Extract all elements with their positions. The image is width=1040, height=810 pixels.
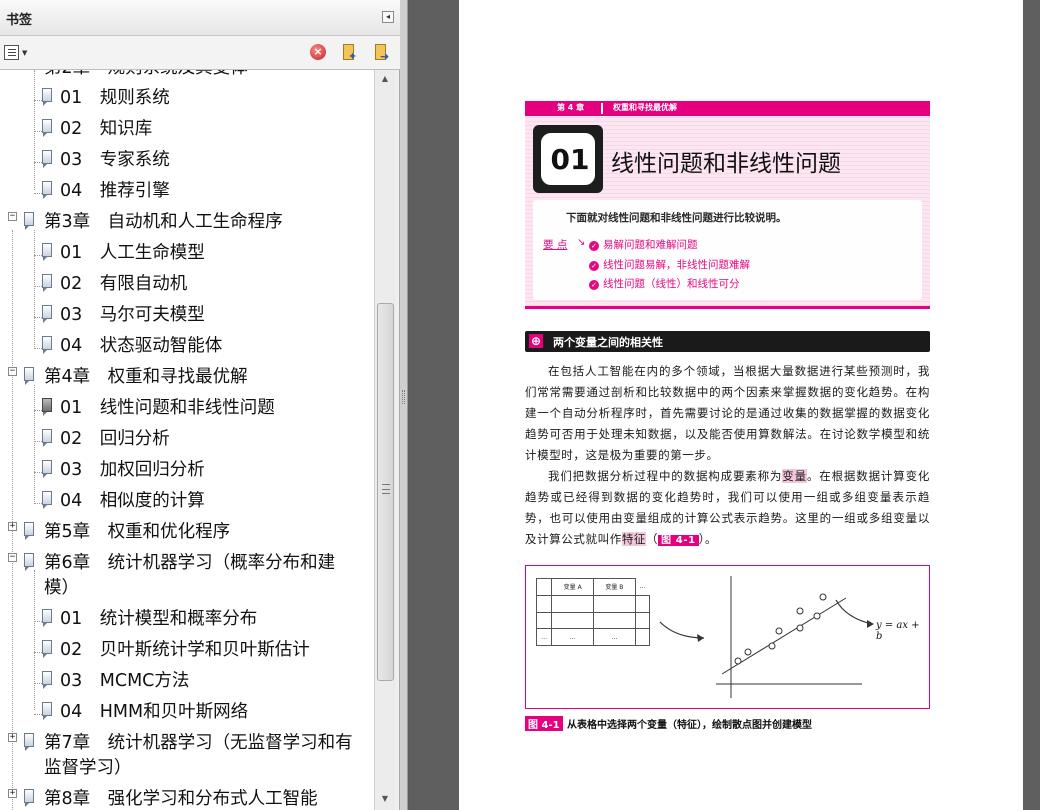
section-title: 线性问题和非线性问题 (611, 151, 841, 177)
expand-toggle[interactable]: + (8, 789, 17, 798)
bookmark-icon (42, 429, 52, 447)
expand-bookmark-button[interactable]: ➜ (372, 44, 390, 63)
panel-title: 书签 (6, 13, 33, 28)
delete-bookmark-button[interactable]: × (310, 44, 328, 62)
collapse-panel-button[interactable]: ◂ (382, 11, 394, 23)
section-header-box: 01 线性问题和非线性问题 下面就对线性问题和非线性问题进行比较说明。 要 点 … (525, 116, 930, 309)
arrow-head (867, 620, 874, 628)
tree-scrollbar[interactable]: ▲ ▼ (374, 70, 396, 810)
bookmark-icon (24, 789, 34, 807)
check-icon: ✓ (589, 241, 599, 251)
scroll-down-icon[interactable]: ▼ (378, 792, 392, 806)
figure-4-1: 变量 A 变量 B … … … … y = ax + b (525, 565, 930, 709)
collapse-toggle[interactable]: − (8, 367, 17, 376)
key-point: ✓ 线性问题易解，非线性问题难解 (589, 257, 750, 272)
grip-icon (402, 390, 405, 404)
bookmark-icon (24, 733, 34, 751)
data-point (813, 612, 821, 620)
data-point (819, 593, 827, 601)
options-menu-button[interactable]: ▼ (4, 44, 30, 62)
pdf-page: 第 4 章 权重和寻找最优解 01 线性问题和非线性问题 下面就对线性问题和非线… (459, 0, 1023, 810)
bookmark-icon (24, 553, 34, 571)
figure-caption: 从表格中选择两个变量（特征），绘制散点图并创建模型 (567, 720, 812, 731)
document-view[interactable]: 第 4 章 权重和寻找最优解 01 线性问题和非线性问题 下面就对线性问题和非线… (409, 0, 1040, 810)
bookmarks-toolbar: ▼ × ✦ ➜ (0, 36, 400, 70)
section-number: 01 (550, 143, 590, 176)
bookmark-icon (42, 150, 52, 168)
bookmark-icon (42, 702, 52, 720)
bookmark-icon (42, 181, 52, 199)
bookmark-icon (24, 212, 34, 230)
expand-toggle[interactable]: + (8, 522, 17, 531)
collapse-toggle[interactable]: − (8, 212, 17, 221)
data-point (796, 624, 804, 632)
new-bookmark-button[interactable]: ✦ (340, 44, 358, 63)
bookmark-icon (24, 522, 34, 540)
key-point: ✓ 易解问题和难解问题 (589, 237, 698, 252)
expand-toggle[interactable]: + (8, 733, 17, 742)
chapter-label: 第 4 章 (557, 103, 585, 112)
delete-icon: × (310, 44, 326, 60)
subsection-header: ⊕ 两个变量之间的相关性 (525, 331, 930, 352)
key-point: ✓ 线性问题（线性）和线性可分 (589, 276, 740, 291)
bookmark-icon (42, 336, 52, 354)
data-point (796, 607, 804, 615)
model-formula: y = ax + b (876, 620, 920, 642)
intro-box: 下面就对线性问题和非线性问题进行比较说明。 要 点 ↘ ✓ 易解问题和难解问题 ✓… (533, 200, 922, 300)
grip-icon (382, 484, 390, 494)
check-icon: ✓ (589, 261, 599, 271)
scroll-thumb[interactable] (377, 303, 394, 681)
bookmark-icon (42, 88, 52, 106)
data-point (734, 657, 742, 665)
collapse-toggle[interactable]: − (8, 553, 17, 562)
chevron-down-icon: ▼ (22, 49, 28, 57)
panel-header: 书签 ◂ (0, 0, 400, 36)
bookmark-icon (42, 274, 52, 292)
term-highlight: 变量 (782, 469, 807, 483)
data-point (775, 627, 783, 635)
crosshair-icon: ⊕ (529, 334, 543, 348)
bookmarks-panel: 书签 ◂ ▼ × ✦ ➜ 第2章 规则系统及其变体 (0, 0, 400, 810)
section-number-badge: 01 (533, 125, 603, 193)
bookmark-icon (42, 119, 52, 137)
bookmark-icon (42, 460, 52, 478)
points-label: 要 点 (543, 239, 568, 251)
chapter-title: 权重和寻找最优解 (613, 103, 677, 112)
figure-label: 图 4-1 (525, 716, 563, 731)
panel-splitter[interactable] (400, 0, 408, 810)
data-point (768, 642, 776, 650)
bookmark-icon (42, 491, 52, 509)
figure-reference: 图 4-1 (658, 535, 699, 546)
scroll-up-icon[interactable]: ▲ (378, 72, 392, 86)
check-icon: ✓ (589, 280, 599, 290)
subsection-title: 两个变量之间的相关性 (553, 336, 663, 349)
chapter-header-bar: 第 4 章 权重和寻找最优解 (525, 101, 930, 116)
bookmark-icon (24, 367, 34, 385)
bookmark-icon (42, 243, 52, 261)
bookmark-icon (42, 671, 52, 689)
bookmark-icon (42, 609, 52, 627)
body-paragraph: 我们把数据分析过程中的数据构成要素称为变量。在根据数据计算变化趋势或已经得到数据… (525, 469, 931, 546)
arrow-icon: ↘ (577, 237, 586, 248)
data-point (744, 648, 752, 656)
tree-row-chapter[interactable]: − 第6章 统计机器学习（概率分布和建模） (0, 549, 374, 603)
body-paragraph: 在包括人工智能在内的多个领域，当根据大量数据进行某些预测时，我们常常需要通过剖析… (525, 364, 930, 462)
flow-arrow (835, 599, 873, 625)
term-highlight: 特征 (621, 532, 647, 546)
bookmark-tree: 第2章 规则系统及其变体 01 规则系统 02 知识库 03 专家系统 04 推… (0, 70, 374, 810)
current-bookmark-icon (42, 398, 52, 416)
bookmark-icon (42, 640, 52, 658)
scatter-diagram (659, 576, 874, 698)
tree-row-chapter[interactable]: + 第7章 统计机器学习（无监督学习和有监督学习） (0, 729, 374, 783)
arrow-head (697, 634, 704, 642)
options-menu-icon (4, 45, 19, 60)
bookmark-icon (42, 305, 52, 323)
intro-text: 下面就对线性问题和非线性问题进行比较说明。 (566, 212, 787, 224)
